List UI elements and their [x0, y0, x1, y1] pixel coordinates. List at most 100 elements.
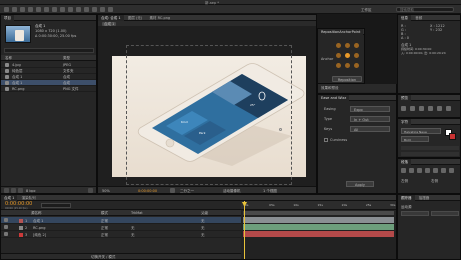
visibility-eye-icon[interactable] — [4, 225, 8, 229]
project-search-input[interactable] — [4, 48, 94, 53]
anchor-position-button[interactable] — [354, 53, 359, 58]
layer-label-color[interactable] — [19, 232, 23, 237]
brush-tool-icon[interactable] — [76, 7, 81, 12]
keys-select[interactable]: All — [350, 126, 390, 132]
anchor-position-button[interactable] — [336, 53, 341, 58]
layer-label-color[interactable] — [19, 225, 23, 230]
bit-depth-label[interactable]: 8 bpc — [26, 189, 36, 193]
layer-duration-bar[interactable] — [243, 217, 394, 223]
help-search-input[interactable]: 搜索帮助 — [396, 7, 454, 12]
header-trkmat[interactable]: TrkMat — [131, 211, 143, 215]
resolution-select[interactable]: 二分之一 — [180, 189, 194, 193]
tab-audio[interactable]: 音频 — [412, 15, 425, 21]
zoom-tool-icon[interactable] — [20, 7, 25, 12]
layer-mode[interactable]: 正常 — [101, 233, 108, 237]
next-frame-icon[interactable] — [428, 106, 433, 111]
tracker-button-1[interactable] — [401, 211, 429, 216]
toggle-modes-label[interactable]: 切换开关 / 模式 — [91, 255, 115, 259]
anchor-position-button[interactable] — [336, 63, 341, 68]
anchor-position-button[interactable] — [354, 43, 359, 48]
anchor-position-button[interactable] — [354, 63, 359, 68]
snapshot-icon[interactable] — [170, 188, 175, 193]
layer-mode[interactable]: 正常 — [101, 226, 108, 230]
layer-duration-bar[interactable] — [243, 231, 394, 237]
camera-tool-icon[interactable] — [36, 7, 41, 12]
font-style-select[interactable]: Bold — [401, 136, 429, 142]
layer-row[interactable]: 3 [纯色 2] 正常 无 无 — [1, 231, 241, 238]
workspace-label[interactable]: 工作区 — [361, 8, 372, 12]
stroke-color-swatch[interactable] — [449, 133, 456, 140]
new-composition-icon[interactable] — [18, 188, 23, 193]
easing-select[interactable]: Expo — [350, 106, 390, 112]
pen-tool-icon[interactable] — [60, 7, 65, 12]
reposition-button[interactable]: Reposition — [332, 76, 362, 82]
align-left-icon[interactable] — [401, 168, 406, 173]
header-mode[interactable]: 模式 — [101, 211, 108, 215]
tab-paragraph[interactable]: 段落 — [398, 159, 411, 165]
timeline-search-input[interactable] — [41, 203, 71, 208]
composition-breadcrumb[interactable]: 合成 1 — [102, 21, 117, 26]
anchor-position-button[interactable] — [336, 43, 341, 48]
layer-parent[interactable]: 无 — [201, 219, 205, 223]
justify-left-icon[interactable] — [425, 168, 430, 173]
time-graph[interactable]: 0s 05s 10s 15s 20s 25s 30s — [241, 201, 396, 259]
type-select[interactable]: In + Out — [350, 116, 390, 122]
tracker-button-2[interactable] — [431, 211, 459, 216]
tab-preview[interactable]: 预览 — [398, 95, 411, 101]
visibility-eye-icon[interactable] — [4, 218, 8, 222]
roto-tool-icon[interactable] — [100, 7, 105, 12]
effects-tab[interactable]: 效果和预设 — [321, 86, 339, 90]
eraser-tool-icon[interactable] — [92, 7, 97, 12]
ease-apply-button[interactable]: Apply — [346, 181, 374, 187]
header-name[interactable]: 名称 — [5, 56, 12, 60]
header-type[interactable]: 类型 — [63, 56, 70, 60]
clone-tool-icon[interactable] — [84, 7, 89, 12]
layer-trkmat[interactable]: 无 — [131, 233, 135, 237]
layer-row[interactable]: 1 合成 1 正常 无 — [1, 217, 241, 224]
align-right-icon[interactable] — [417, 168, 422, 173]
playhead[interactable] — [244, 201, 245, 259]
header-parent[interactable]: 父级 — [201, 211, 208, 215]
layer-label-color[interactable] — [19, 218, 23, 223]
puppet-tool-icon[interactable] — [108, 7, 113, 12]
new-folder-icon[interactable] — [11, 188, 16, 193]
font-family-select[interactable]: Helvetica Neue — [401, 128, 441, 134]
justify-right-icon[interactable] — [441, 168, 446, 173]
tab-info[interactable]: 信息 — [398, 15, 411, 21]
layer-mode[interactable]: 正常 — [101, 219, 108, 223]
time-ruler[interactable]: 0s 05s 10s 15s 20s 25s 30s — [241, 201, 396, 210]
loop-icon[interactable] — [446, 106, 451, 111]
anchor-position-button[interactable] — [345, 53, 350, 58]
work-area-bar[interactable] — [243, 211, 394, 215]
pan-tool-icon[interactable] — [44, 7, 49, 12]
trash-icon[interactable] — [88, 188, 93, 193]
layer-duration-bar[interactable] — [243, 224, 394, 230]
align-center-icon[interactable] — [409, 168, 414, 173]
views-select[interactable]: 1 个视图 — [263, 189, 277, 193]
justify-all-icon[interactable] — [449, 168, 454, 173]
text-tool-icon[interactable] — [68, 7, 73, 12]
play-icon[interactable] — [419, 106, 424, 111]
layer-trkmat[interactable]: 无 — [131, 226, 135, 230]
visibility-eye-icon[interactable] — [4, 232, 8, 236]
tab-tracker[interactable]: 跟踪器 — [398, 195, 415, 201]
prev-frame-icon[interactable] — [410, 106, 415, 111]
anchor-position-button[interactable] — [345, 63, 350, 68]
tab-project[interactable]: 项目 — [1, 15, 14, 21]
viewer-timecode[interactable]: 0:00:00:00 — [138, 189, 157, 193]
header-source-name[interactable]: 源名称 — [31, 211, 42, 215]
justify-center-icon[interactable] — [433, 168, 438, 173]
layer-parent[interactable]: 无 — [201, 226, 205, 230]
rotate-tool-icon[interactable] — [28, 7, 33, 12]
project-item[interactable]: RC.png PNG 文件 — [1, 86, 96, 92]
zoom-level[interactable]: 50% — [102, 189, 110, 193]
mask-tool-icon[interactable] — [52, 7, 57, 12]
hand-tool-icon[interactable] — [12, 7, 17, 12]
layer-row[interactable]: 2 RC.png 正常 无 无 — [1, 224, 241, 231]
curviness-checkbox[interactable] — [324, 138, 328, 142]
first-frame-icon[interactable] — [401, 106, 406, 111]
tab-wiggler[interactable]: 摇摆器 — [416, 195, 433, 201]
layer-parent[interactable]: 无 — [201, 233, 205, 237]
tab-character[interactable]: 字符 — [398, 119, 411, 125]
anchor-position-button[interactable] — [345, 43, 350, 48]
